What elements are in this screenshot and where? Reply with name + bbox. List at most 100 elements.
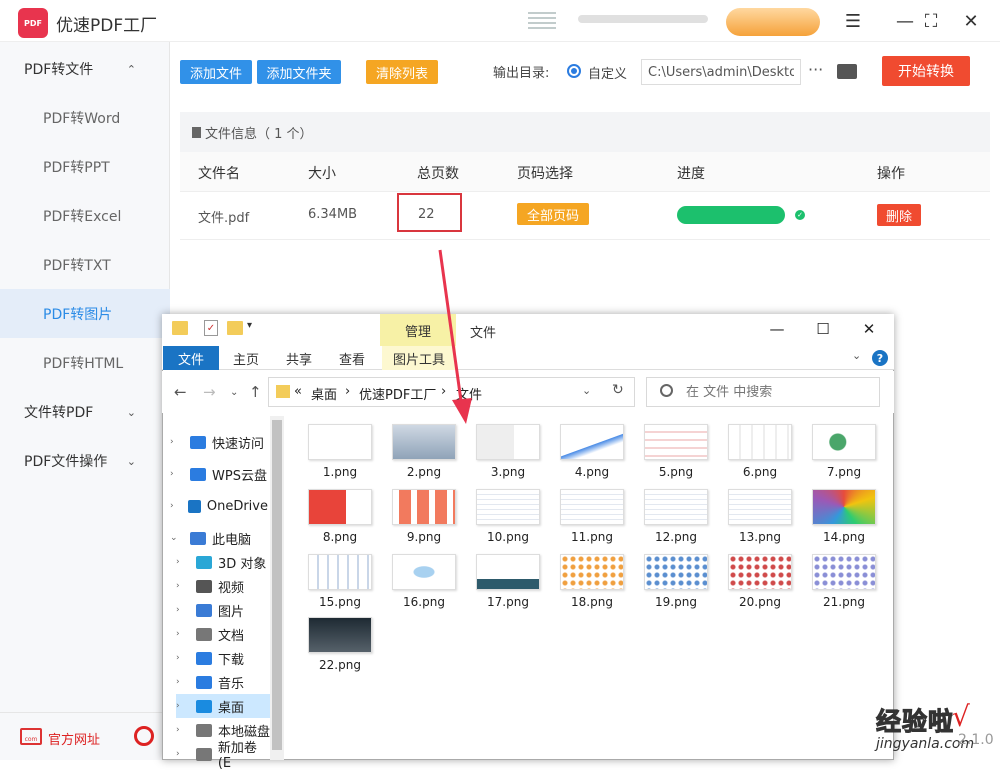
tab-share[interactable]: 共享: [286, 349, 312, 368]
file-item[interactable]: 15.png: [304, 554, 376, 616]
minimize-icon[interactable]: —: [894, 10, 916, 32]
file-item[interactable]: 16.png: [388, 554, 460, 616]
file-item[interactable]: 6.png: [724, 424, 796, 486]
delete-button[interactable]: 删除: [877, 204, 921, 226]
file-item[interactable]: 17.png: [472, 554, 544, 616]
maximize-icon[interactable]: ⛶: [920, 10, 942, 32]
nav-item[interactable]: › 桌面: [176, 694, 274, 718]
output-path-input[interactable]: [641, 59, 801, 85]
clear-list-button[interactable]: 清除列表: [366, 60, 438, 84]
chevron-right-icon[interactable]: ›: [170, 437, 184, 447]
file-item[interactable]: 5.png: [640, 424, 712, 486]
file-item[interactable]: 22.png: [304, 617, 376, 679]
sidebar-item-pdf-ppt[interactable]: PDF转PPT: [0, 142, 170, 191]
close-icon[interactable]: ✕: [854, 318, 884, 340]
sidebar-group-file-to-pdf[interactable]: 文件转PDF ⌄: [0, 387, 170, 437]
custom-radio[interactable]: [567, 64, 581, 78]
nav-item[interactable]: › WPS云盘: [170, 462, 268, 486]
tab-home[interactable]: 主页: [233, 349, 259, 368]
sidebar-group-pdf-ops[interactable]: PDF文件操作 ⌄: [0, 436, 170, 486]
chevron-right-icon[interactable]: ›: [176, 605, 190, 615]
sidebar-item-pdf-word[interactable]: PDF转Word: [0, 93, 170, 142]
breadcrumb-app[interactable]: 优速PDF工厂: [359, 384, 436, 403]
recent-dropdown-icon[interactable]: ⌄: [230, 387, 238, 398]
nav-item[interactable]: › 音乐: [176, 670, 274, 694]
more-options-button[interactable]: ···: [808, 60, 823, 79]
add-folder-button[interactable]: 添加文件夹: [257, 60, 341, 84]
nav-item[interactable]: › 新加卷 (E: [176, 741, 274, 771]
file-item[interactable]: 8.png: [304, 489, 376, 551]
up-icon[interactable]: ↑: [249, 383, 262, 401]
close-icon[interactable]: ✕: [960, 10, 982, 32]
file-item[interactable]: 19.png: [640, 554, 712, 616]
file-item[interactable]: 9.png: [388, 489, 460, 551]
chevron-right-icon[interactable]: ›: [176, 677, 190, 687]
help-icon[interactable]: ?: [872, 350, 888, 366]
nav-item[interactable]: › 3D 对象: [176, 550, 274, 574]
folder-icon[interactable]: [172, 321, 188, 335]
nav-item[interactable]: › 文档: [176, 622, 274, 646]
chevron-down-icon[interactable]: ⌄: [170, 533, 184, 543]
file-item[interactable]: 4.png: [556, 424, 628, 486]
new-folder-icon[interactable]: [227, 321, 243, 335]
chevron-right-icon[interactable]: ›: [176, 629, 190, 639]
chevron-right-icon[interactable]: ›: [170, 469, 184, 479]
file-item[interactable]: 2.png: [388, 424, 460, 486]
nav-item[interactable]: › OneDrive: [170, 494, 268, 518]
nav-item[interactable]: › 下载: [176, 646, 274, 670]
minimize-icon[interactable]: —: [762, 318, 792, 340]
properties-icon[interactable]: ✓: [204, 320, 218, 336]
chevron-right-icon[interactable]: ›: [176, 557, 190, 567]
blurred-badge[interactable]: [726, 8, 820, 36]
sidebar-item-pdf-image[interactable]: PDF转图片: [0, 289, 170, 338]
sidebar-group-pdf-to-file[interactable]: PDF转文件 ⌃: [0, 44, 170, 94]
quick-access-dropdown-icon[interactable]: ▾: [247, 320, 252, 331]
file-item[interactable]: 3.png: [472, 424, 544, 486]
sidebar-item-pdf-html[interactable]: PDF转HTML: [0, 338, 170, 387]
nav-item[interactable]: ⌄ 此电脑: [170, 526, 268, 550]
tab-picture-tools[interactable]: 图片工具: [382, 346, 456, 370]
refresh-icon[interactable]: ↻: [612, 382, 624, 398]
chevron-down-icon[interactable]: ⌄: [852, 349, 861, 362]
sidebar-item-pdf-txt[interactable]: PDF转TXT: [0, 240, 170, 289]
back-icon[interactable]: ←: [174, 383, 187, 401]
nav-item[interactable]: › 图片: [176, 598, 274, 622]
chevron-right-icon[interactable]: ›: [176, 701, 190, 711]
file-item[interactable]: 1.png: [304, 424, 376, 486]
chevron-right-icon[interactable]: ›: [170, 501, 182, 511]
chevron-right-icon[interactable]: ›: [176, 653, 190, 663]
file-item[interactable]: 14.png: [808, 489, 880, 551]
chevron-down-icon[interactable]: ⌄: [582, 384, 591, 397]
file-item[interactable]: 13.png: [724, 489, 796, 551]
tab-view[interactable]: 查看: [339, 349, 365, 368]
sidebar-item-pdf-excel[interactable]: PDF转Excel: [0, 191, 170, 240]
website-icon[interactable]: com: [20, 728, 42, 745]
tab-manage[interactable]: 管理: [380, 314, 456, 346]
add-file-button[interactable]: 添加文件: [180, 60, 252, 84]
tab-file[interactable]: 文件: [163, 346, 219, 370]
folder-icon[interactable]: [837, 64, 857, 79]
nav-scrollbar-thumb[interactable]: [272, 420, 282, 750]
forward-icon[interactable]: →: [203, 383, 216, 401]
file-item[interactable]: 11.png: [556, 489, 628, 551]
file-item[interactable]: 20.png: [724, 554, 796, 616]
search-input[interactable]: [680, 378, 876, 406]
menu-icon[interactable]: ☰: [842, 10, 864, 32]
file-item[interactable]: 18.png: [556, 554, 628, 616]
support-icon[interactable]: [134, 726, 154, 746]
chevron-right-icon[interactable]: ›: [176, 725, 190, 735]
chevron-right-icon[interactable]: ›: [176, 749, 190, 759]
nav-item[interactable]: › 视频: [176, 574, 274, 598]
maximize-icon[interactable]: ☐: [808, 318, 838, 340]
file-item[interactable]: 12.png: [640, 489, 712, 551]
all-pages-button[interactable]: 全部页码: [517, 203, 589, 225]
file-item[interactable]: 21.png: [808, 554, 880, 616]
website-link[interactable]: 官方网址: [48, 729, 100, 748]
nav-item[interactable]: › 快速访问: [170, 430, 268, 454]
start-convert-button[interactable]: 开始转换: [882, 56, 970, 86]
custom-radio-label[interactable]: 自定义: [588, 63, 627, 82]
file-item[interactable]: 10.png: [472, 489, 544, 551]
breadcrumb-desktop[interactable]: 桌面: [311, 384, 337, 403]
chevron-right-icon[interactable]: ›: [176, 581, 190, 591]
breadcrumb-overflow[interactable]: «: [294, 384, 302, 399]
